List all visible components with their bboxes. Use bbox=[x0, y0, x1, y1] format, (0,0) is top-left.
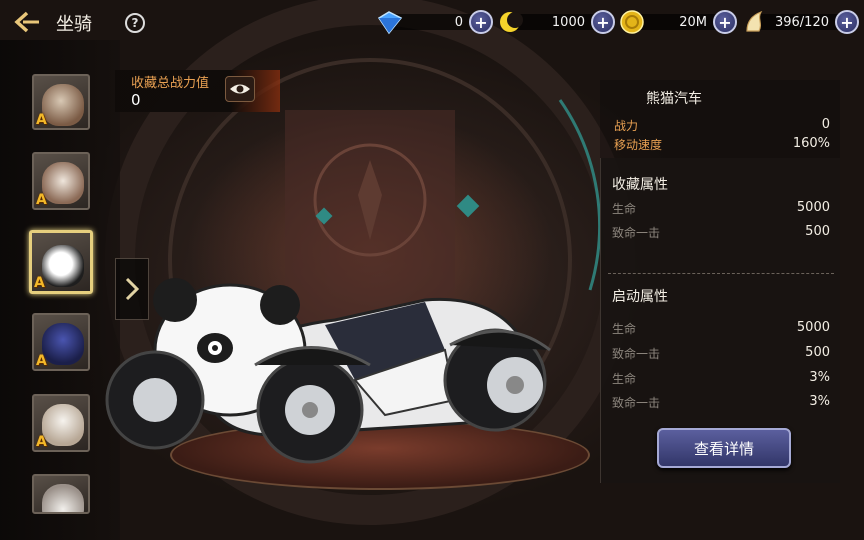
stat-row: 移动速度 160% bbox=[614, 136, 830, 153]
resource-stamina: 396/120 + bbox=[741, 9, 859, 35]
section-divider bbox=[608, 273, 834, 274]
mount-slot[interactable]: A bbox=[32, 152, 90, 210]
attribute-label: 致命一击 bbox=[612, 347, 661, 361]
back-arrow-icon bbox=[14, 11, 39, 33]
deer-mount-icon bbox=[42, 162, 84, 204]
crescent-count: 1000 bbox=[551, 14, 585, 30]
attribute-label: 生命 bbox=[612, 202, 637, 216]
attribute-row: 生命 3% bbox=[612, 370, 830, 387]
stat-value: 160% bbox=[792, 136, 830, 151]
attribute-value: 3% bbox=[809, 394, 830, 409]
attribute-label: 致命一击 bbox=[612, 226, 661, 240]
add-gems-button[interactable]: + bbox=[469, 10, 493, 34]
resource-crescent: 1000 + bbox=[497, 9, 615, 35]
panda-car-mount-icon bbox=[42, 245, 84, 287]
stat-label: 战力 bbox=[614, 119, 639, 133]
grade-badge: A bbox=[36, 112, 47, 128]
grade-badge: A bbox=[36, 192, 47, 208]
attribute-value: 5000 bbox=[796, 320, 830, 335]
attribute-value: 500 bbox=[805, 224, 830, 239]
resource-gems: 0 + bbox=[375, 9, 493, 35]
top-bar: 坐骑 ? 0 + 1000 + 20M + 396/120 + bbox=[0, 0, 864, 44]
attribute-row: 致命一击 500 bbox=[612, 345, 830, 362]
view-details-button[interactable]: 查看详情 bbox=[657, 428, 791, 468]
gold-count: 20M bbox=[679, 14, 707, 30]
mount-slot[interactable]: A bbox=[32, 394, 90, 452]
mount-name: 熊猫汽车 bbox=[646, 91, 702, 107]
add-crescent-button[interactable]: + bbox=[591, 10, 615, 34]
help-button[interactable]: ? bbox=[125, 13, 145, 33]
attribute-value: 500 bbox=[805, 345, 830, 360]
mount-slot-selected[interactable]: A bbox=[29, 230, 93, 294]
attribute-value: 3% bbox=[809, 370, 830, 385]
blue-gem-icon bbox=[375, 9, 403, 35]
alpaca-mount-icon bbox=[42, 404, 84, 446]
grade-badge: A bbox=[34, 275, 45, 291]
stat-row: 战力 0 bbox=[614, 117, 830, 134]
attribute-label: 生命 bbox=[612, 372, 637, 386]
yellow-crescent-icon bbox=[497, 9, 525, 35]
add-gold-button[interactable]: + bbox=[713, 10, 737, 34]
panda-car-model bbox=[105, 278, 551, 464]
gold-coin-icon bbox=[619, 9, 647, 35]
stat-value: 0 bbox=[821, 117, 830, 132]
attribute-label: 生命 bbox=[612, 322, 637, 336]
grade-badge: A bbox=[36, 353, 47, 369]
add-stamina-button[interactable]: + bbox=[835, 10, 859, 34]
collection-power-label: 收藏总战力值 bbox=[131, 76, 210, 91]
attribute-row: 生命 5000 bbox=[612, 200, 830, 217]
mount-slot[interactable] bbox=[32, 474, 90, 514]
stamina-count: 396/120 bbox=[774, 14, 829, 30]
resource-gold: 20M + bbox=[619, 9, 737, 35]
mount-slot[interactable]: A bbox=[32, 74, 90, 130]
attribute-label: 致命一击 bbox=[612, 396, 661, 410]
page-title: 坐骑 bbox=[56, 14, 92, 35]
gem-count: 0 bbox=[454, 14, 463, 30]
collection-attributes-title: 收藏属性 bbox=[612, 177, 668, 193]
blue-beast-mount-icon bbox=[42, 323, 84, 365]
flame-wing-icon bbox=[741, 9, 769, 35]
attribute-value: 5000 bbox=[796, 200, 830, 215]
active-attributes-title: 启动属性 bbox=[612, 289, 668, 305]
back-button[interactable] bbox=[12, 8, 42, 36]
attribute-row: 致命一击 500 bbox=[612, 224, 830, 241]
eye-icon bbox=[230, 84, 250, 94]
warthog-mount-icon bbox=[42, 84, 84, 126]
white-mount-icon bbox=[42, 484, 84, 512]
grade-badge: A bbox=[36, 434, 47, 450]
attribute-row: 致命一击 3% bbox=[612, 394, 830, 411]
attribute-row: 生命 5000 bbox=[612, 320, 830, 337]
stat-label: 移动速度 bbox=[614, 138, 663, 152]
mount-slot[interactable]: A bbox=[32, 313, 90, 371]
view-toggle-button[interactable] bbox=[225, 76, 255, 102]
collection-power-value: 0 bbox=[131, 91, 141, 109]
